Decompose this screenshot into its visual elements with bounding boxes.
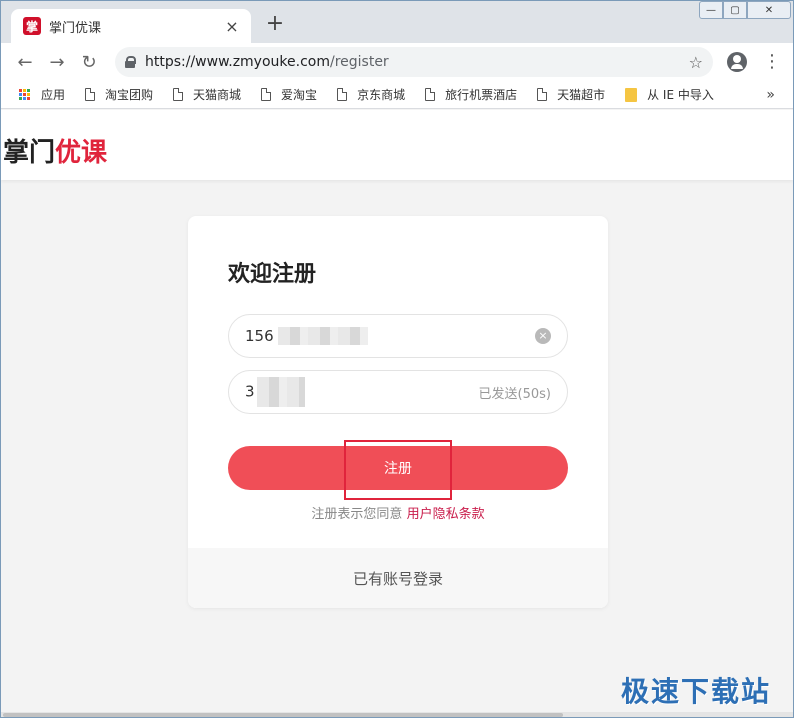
clear-icon[interactable]: × xyxy=(535,328,551,344)
bookmark-item[interactable]: 天猫超市 xyxy=(537,86,605,103)
profile-icon[interactable] xyxy=(727,52,747,72)
phone-value: 156 xyxy=(245,327,535,346)
page-icon xyxy=(537,88,548,101)
bookmarks-more-button[interactable]: » xyxy=(766,87,775,103)
site-header: 掌门优课 xyxy=(1,110,793,180)
bookmark-label: 从 IE 中导入 xyxy=(647,88,714,102)
arrow-right-icon: → xyxy=(49,51,65,73)
logo-part2: 优课 xyxy=(55,138,108,168)
code-sent-status: 已发送(50s) xyxy=(478,386,551,402)
page-icon xyxy=(425,88,436,101)
bookmark-item[interactable]: 淘宝团购 xyxy=(85,86,153,103)
bookmark-folder[interactable]: 从 IE 中导入 xyxy=(625,86,714,103)
bookmark-label: 天猫超市 xyxy=(557,88,606,102)
star-icon[interactable]: ☆ xyxy=(689,53,703,72)
highlight-annotation xyxy=(344,440,452,500)
code-prefix: 3 xyxy=(245,382,255,401)
login-link[interactable]: 已有账号登录 xyxy=(188,548,608,608)
minimize-button[interactable]: — xyxy=(699,1,723,19)
page-icon xyxy=(85,88,96,101)
register-card: 欢迎注册 156 × 3 已发送(50s) 注册 注册表示您同意 用户隐私条款 … xyxy=(188,216,608,608)
bookmark-item[interactable]: 旅行机票酒店 xyxy=(425,86,517,103)
reload-button[interactable]: ↻ xyxy=(73,46,105,78)
bookmark-label: 淘宝团购 xyxy=(105,88,154,102)
verification-code-input[interactable]: 3 已发送(50s) xyxy=(228,370,568,414)
page-icon xyxy=(261,88,272,101)
bookmark-label: 天猫商城 xyxy=(193,88,242,102)
bookmark-label: 京东商城 xyxy=(357,88,406,102)
logo-part1: 掌门 xyxy=(3,138,56,168)
bookmark-label: 爱淘宝 xyxy=(281,88,318,102)
horizontal-scrollbar[interactable] xyxy=(1,712,793,717)
page-content: 掌门优课 欢迎注册 156 × 3 已发送(50s) 注册 注册表示您同意 用户… xyxy=(1,110,793,717)
phone-prefix: 156 xyxy=(245,326,274,345)
tab-title: 掌门优课 xyxy=(49,20,102,36)
maximize-button[interactable]: ▢ xyxy=(723,1,747,19)
tab-zmyouke[interactable]: 掌 掌门优课 × xyxy=(11,9,251,43)
kebab-menu-icon[interactable]: ⋮ xyxy=(763,53,781,71)
agreement-text: 注册表示您同意 用户隐私条款 xyxy=(188,503,608,522)
back-button[interactable]: ← xyxy=(9,46,41,78)
forward-button[interactable]: → xyxy=(41,46,73,78)
watermark: 极速下载站 xyxy=(621,675,772,708)
bookmark-item[interactable]: 天猫商城 xyxy=(173,86,241,103)
bookmark-label: 应用 xyxy=(41,88,66,102)
page-icon xyxy=(173,88,184,101)
phone-input[interactable]: 156 × xyxy=(228,314,568,358)
folder-icon xyxy=(625,87,638,102)
bookmark-item[interactable]: 京东商城 xyxy=(337,86,405,103)
register-title: 欢迎注册 xyxy=(228,262,317,287)
reload-icon: ↻ xyxy=(81,51,97,73)
new-tab-button[interactable]: + xyxy=(263,13,287,37)
site-logo[interactable]: 掌门优课 xyxy=(3,132,107,169)
url-base: https://www.zmyouke.com xyxy=(145,54,330,70)
url-path: /register xyxy=(329,54,389,70)
page-icon xyxy=(337,88,348,101)
lock-icon xyxy=(125,56,136,68)
redacted-blur xyxy=(277,327,368,346)
apps-grid-icon xyxy=(19,88,31,101)
close-icon[interactable]: × xyxy=(223,17,241,36)
bookmark-label: 旅行机票酒店 xyxy=(445,88,518,102)
redacted-blur xyxy=(256,377,305,407)
browser-toolbar: ← → ↻ https://www.zmyouke.com/register ☆… xyxy=(1,43,793,81)
bookmark-apps[interactable]: 应用 xyxy=(19,86,65,103)
scrollbar-thumb[interactable] xyxy=(3,713,563,717)
code-value: 3 xyxy=(245,377,479,407)
bookmark-item[interactable]: 爱淘宝 xyxy=(261,86,317,103)
tab-strip: 掌 掌门优课 × + — ▢ ✕ xyxy=(1,1,793,43)
agreement-prefix: 注册表示您同意 xyxy=(311,507,403,522)
arrow-left-icon: ← xyxy=(17,51,33,73)
favicon-icon: 掌 xyxy=(23,17,41,35)
url-text: https://www.zmyouke.com/register xyxy=(145,54,689,70)
address-bar[interactable]: https://www.zmyouke.com/register ☆ xyxy=(115,47,713,77)
browser-window: 掌 掌门优课 × + — ▢ ✕ ← → ↻ https://www.zmyou… xyxy=(0,0,794,718)
bookmarks-bar: 应用 淘宝团购 天猫商城 爱淘宝 京东商城 旅行机票酒店 天猫超市 从 IE 中… xyxy=(1,81,793,109)
privacy-terms-link[interactable]: 用户隐私条款 xyxy=(407,507,485,522)
window-close-button[interactable]: ✕ xyxy=(747,1,791,19)
